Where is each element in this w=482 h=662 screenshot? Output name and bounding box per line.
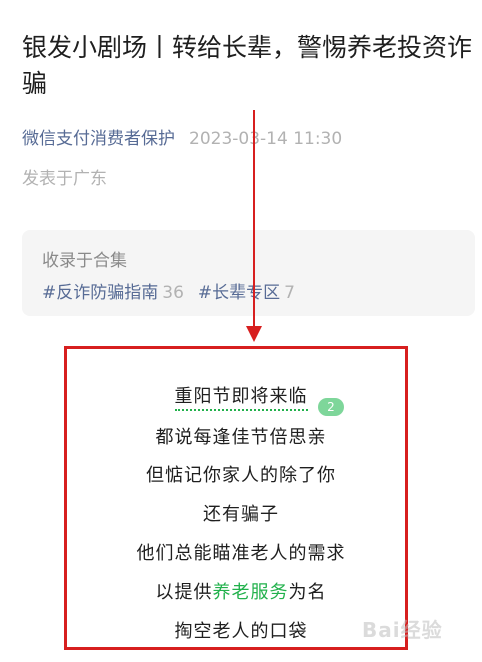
collection-label: 收录于合集 (42, 251, 127, 271)
article-title: 银发小剧场丨转给长辈，警惕养老投资诈骗 (22, 33, 473, 98)
content-line-4: 还有骗子 (203, 504, 279, 525)
publish-time: 2023-03-14 11:30 (189, 129, 343, 149)
tag-fraud-guide[interactable]: #反诈防骗指南 36 (42, 283, 184, 303)
watermark-logo: Bai经验 (362, 618, 443, 642)
tag-name: #长辈专区 (197, 283, 281, 303)
account-name-link[interactable]: 微信支付消费者保护 (22, 129, 175, 149)
tag-name: #反诈防骗指南 (42, 283, 159, 303)
content-line-3: 但惦记你家人的除了你 (146, 465, 336, 486)
comment-count-badge[interactable]: 2 (318, 398, 344, 416)
article-meta: 微信支付消费者保护 2023-03-14 11:30 (22, 124, 342, 149)
line6-prefix: 以提供 (155, 582, 213, 603)
publish-location: 发表于广东 (22, 169, 107, 189)
tag-count: 36 (162, 283, 184, 303)
highlighted-keyword: 养老服务 (212, 582, 289, 603)
collection-card: 收录于合集 #反诈防骗指南 36 #长辈专区 7 (22, 230, 475, 316)
comment-underline-text[interactable]: 重阳节即将来临 (174, 386, 308, 411)
tag-elders-zone[interactable]: #长辈专区 7 (198, 283, 295, 303)
content-line-1: 重阳节即将来临 (0, 382, 482, 411)
content-line-5: 他们总能瞄准老人的需求 (136, 543, 346, 564)
line6-suffix: 为名 (288, 582, 327, 603)
content-line-2: 都说每逢佳节倍思亲 (155, 427, 327, 448)
tag-count: 7 (284, 283, 295, 303)
collection-tags: #反诈防骗指南 36 #长辈专区 7 (42, 278, 295, 303)
content-line-6: 以提供养老服务为名 (0, 578, 482, 604)
annotation-arrow-shaft (253, 110, 255, 330)
annotation-arrow-head (246, 326, 262, 342)
